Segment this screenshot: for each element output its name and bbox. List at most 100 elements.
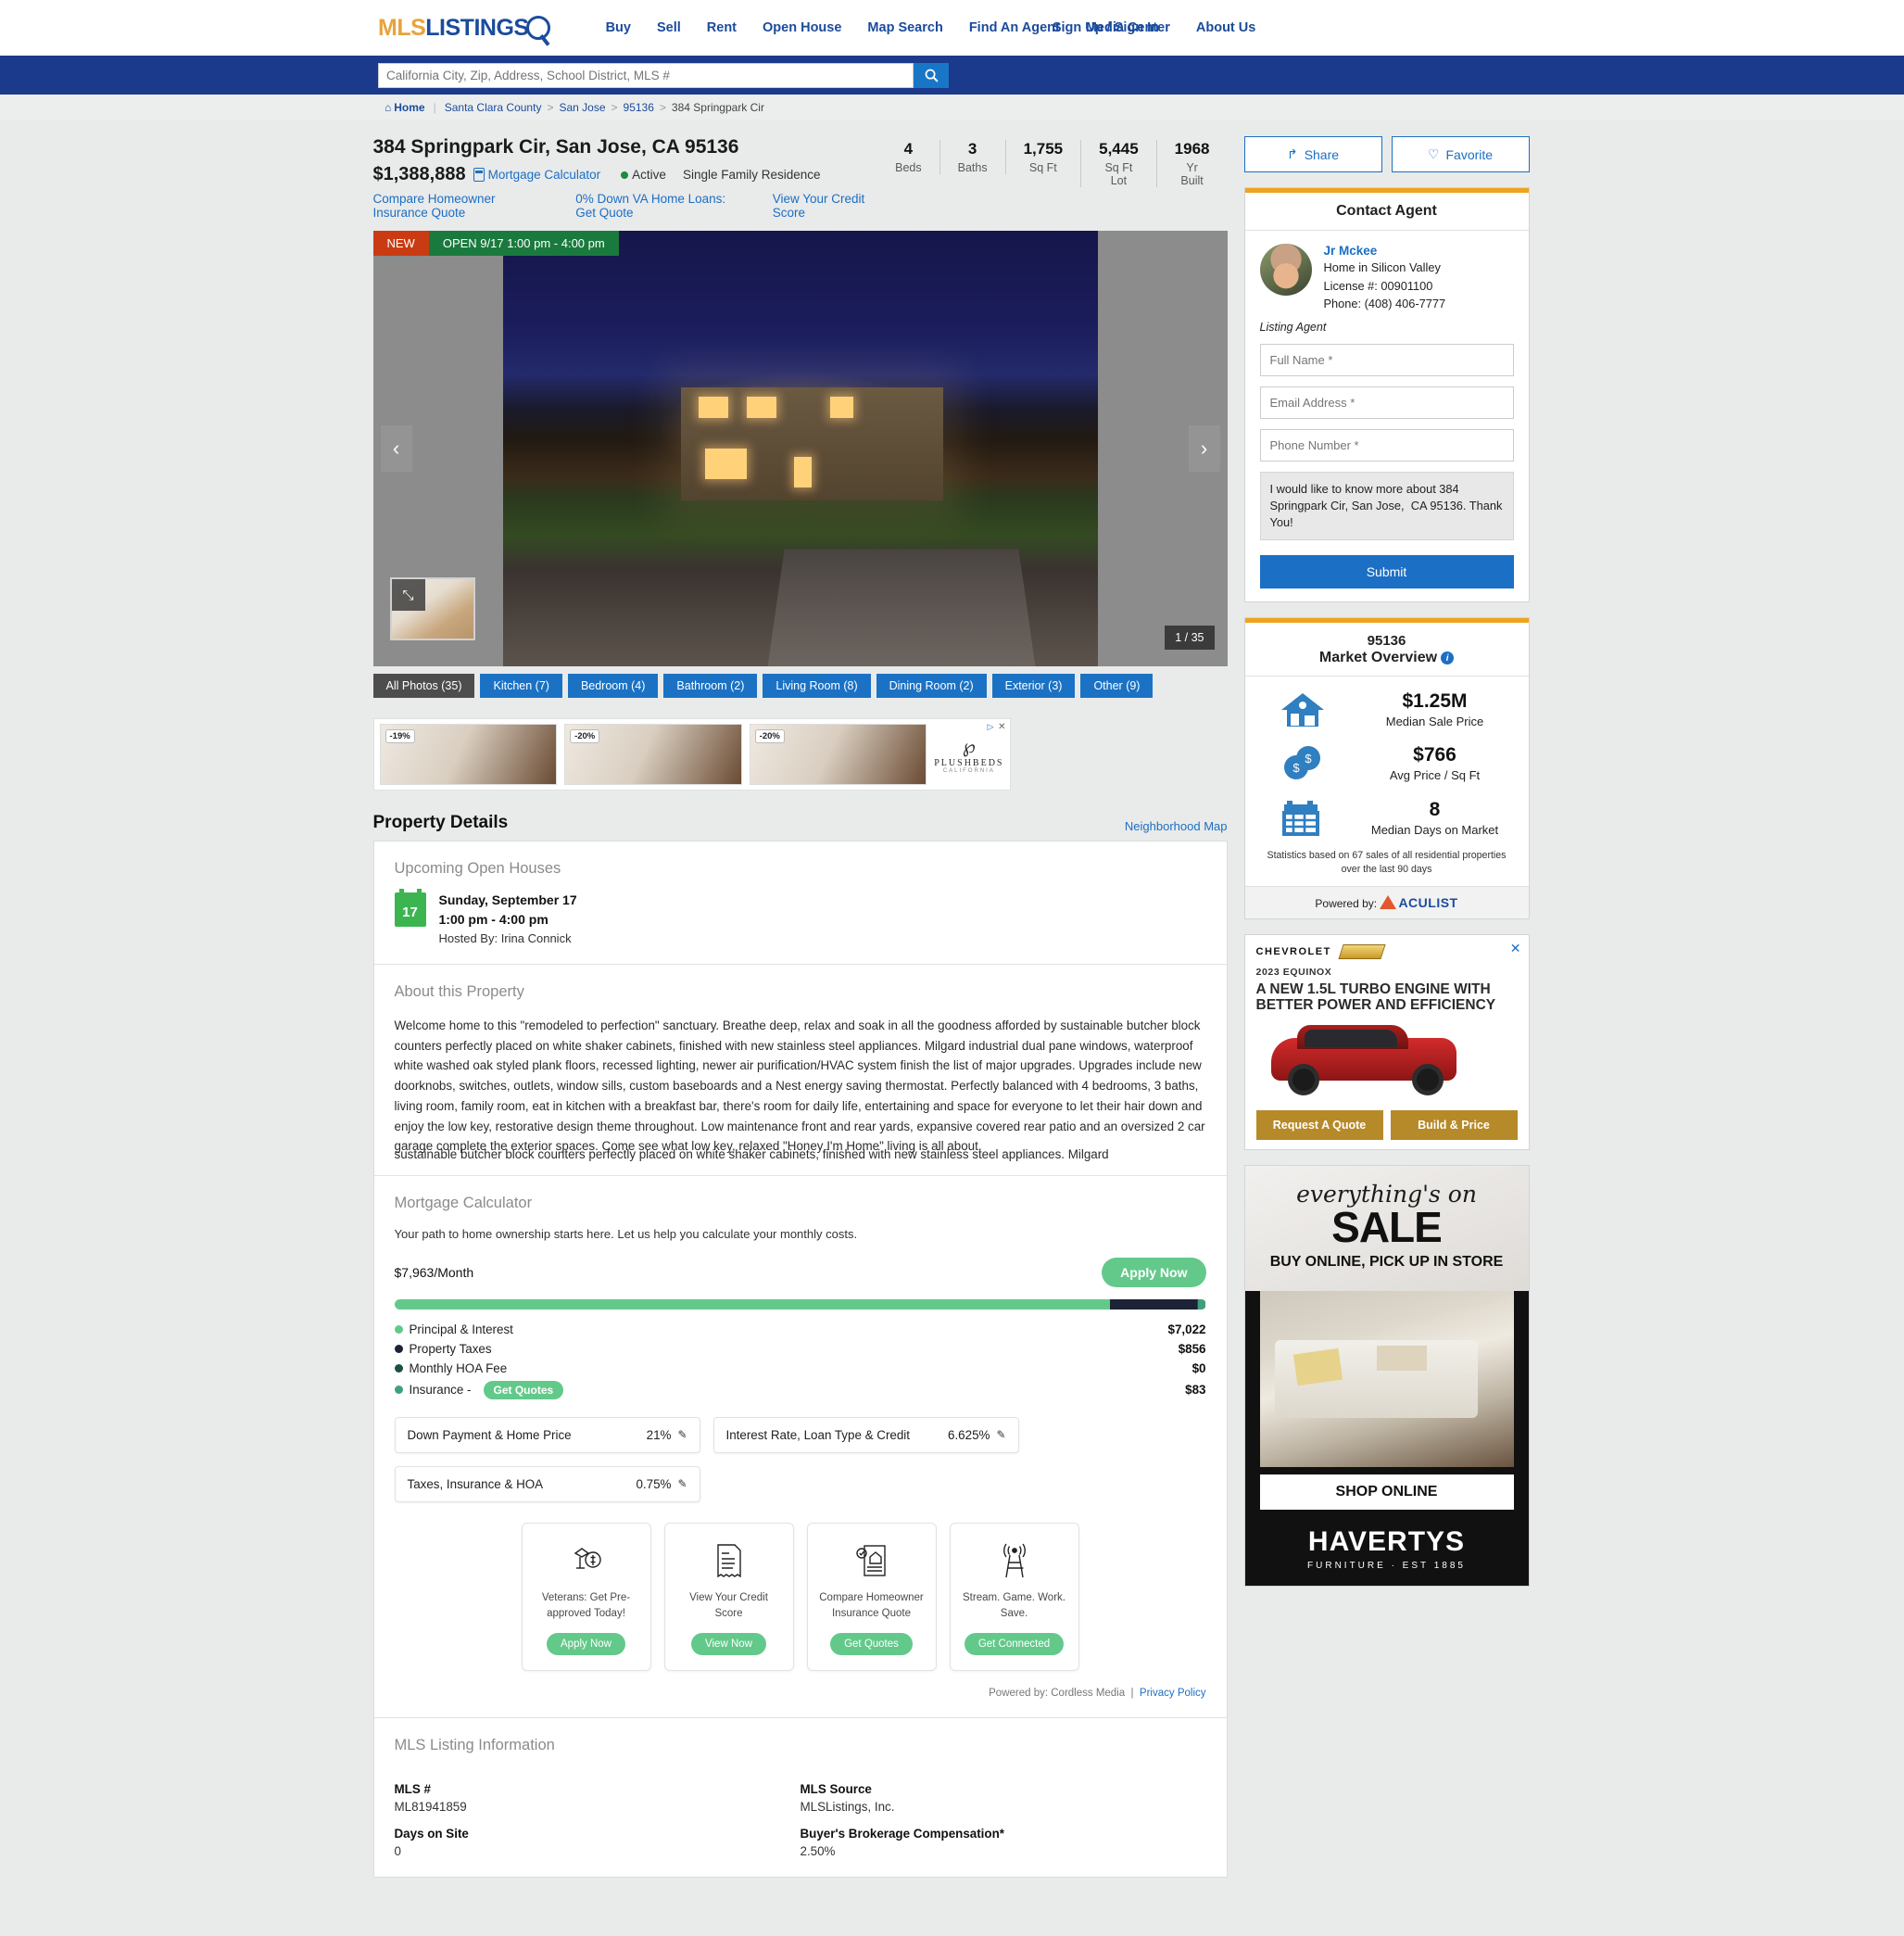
breadcrumb-sep: >	[547, 100, 554, 114]
promo-card-veterans[interactable]: Veterans: Get Pre-approved Today! Apply …	[521, 1522, 651, 1671]
search-bar	[0, 56, 1904, 95]
edit-pencil-icon[interactable]: ✎	[677, 1428, 687, 1441]
mortgage-calculator-link[interactable]: Mortgage Calculator	[473, 168, 600, 182]
edit-pencil-icon[interactable]: ✎	[677, 1477, 687, 1490]
promo-button-view-now[interactable]: View Now	[691, 1632, 766, 1655]
ad-product-1[interactable]: -19%	[379, 724, 558, 785]
privacy-policy-link[interactable]: Privacy Policy	[1140, 1688, 1206, 1699]
photo-gallery[interactable]: NEW OPEN 9/17 1:00 pm - 4:00 pm ‹ › ⤡ 1 …	[372, 231, 1228, 666]
breadcrumb-sep: >	[611, 100, 618, 114]
gallery-prev-button[interactable]: ‹	[380, 425, 412, 472]
mortgage-heading: Mortgage Calculator	[394, 1194, 533, 1211]
chevrolet-request-quote-button[interactable]: Request A Quote	[1255, 1109, 1383, 1140]
promo-card-internet[interactable]: Stream. Game. Work. Save. Get Connected	[949, 1522, 1079, 1671]
property-details-title: Property Details	[372, 813, 509, 832]
share-button[interactable]: ↱ Share	[1243, 136, 1382, 172]
breadcrumb-item-city[interactable]: San Jose	[559, 101, 605, 114]
full-name-field[interactable]	[1259, 343, 1514, 376]
input-down-payment[interactable]: Down Payment & Home Price 21% ✎	[394, 1416, 700, 1453]
ad-close-icon[interactable]: ✕	[1510, 941, 1521, 956]
message-textarea[interactable]	[1259, 471, 1514, 541]
market-stat-avg-price-sqft: $ $ $766 Avg Price / Sq Ft	[1255, 736, 1519, 790]
tab-kitchen[interactable]: Kitchen (7)	[480, 674, 562, 698]
tab-exterior[interactable]: Exterior (3)	[991, 674, 1076, 698]
submit-button[interactable]: Submit	[1259, 555, 1514, 589]
link-compare-insurance[interactable]: Compare Homeowner Insurance Quote	[373, 192, 552, 220]
tab-dining-room[interactable]: Dining Room (2)	[876, 674, 987, 698]
tab-bathroom[interactable]: Bathroom (2)	[663, 674, 758, 698]
window-glow	[794, 457, 813, 488]
neighborhood-map-link[interactable]: Neighborhood Map	[1125, 819, 1228, 833]
chevrolet-build-price-button[interactable]: Build & Price	[1390, 1109, 1518, 1140]
about-property-section: About this Property Welcome home to this…	[373, 965, 1227, 1176]
promo-button-apply-now[interactable]: Apply Now	[547, 1632, 625, 1655]
mls-info-heading: MLS Listing Information	[394, 1736, 555, 1753]
gallery-next-button[interactable]: ›	[1188, 425, 1220, 472]
agent-name[interactable]: Jr Mckee	[1324, 244, 1446, 258]
promo-card-credit-score[interactable]: View Your Credit Score View Now	[663, 1522, 794, 1671]
antenna-tower-icon	[997, 1540, 1032, 1581]
nav-item-open-house[interactable]: Open House	[750, 20, 854, 35]
nav-item-rent[interactable]: Rent	[694, 20, 750, 35]
input-interest-rate[interactable]: Interest Rate, Loan Type & Credit 6.625%…	[712, 1416, 1019, 1453]
tab-other[interactable]: Other (9)	[1080, 674, 1154, 698]
status-dot-icon	[621, 171, 629, 179]
phone-field[interactable]	[1259, 428, 1514, 462]
mls-value-brokerage-compensation: 2.50%	[800, 1843, 836, 1858]
insurance-get-quotes-button[interactable]: Get Quotes	[483, 1380, 564, 1399]
calendar-icon: 17	[394, 889, 426, 927]
house-icon	[1255, 690, 1351, 728]
breadcrumb-item-zip[interactable]: 95136	[624, 101, 654, 114]
site-logo[interactable]: MLSLISTINGS	[378, 15, 550, 42]
chevrolet-ad[interactable]: ✕ CHEVROLET 2023 EQUINOX A NEW 1.5L TURB…	[1243, 934, 1530, 1150]
logo-text-listings: LISTINGS	[425, 14, 529, 41]
havertys-shop-online-button[interactable]: SHOP ONLINE	[1259, 1474, 1514, 1511]
heart-icon: ♡	[1427, 146, 1440, 161]
listing-quick-links: Compare Homeowner Insurance Quote 0% Dow…	[373, 192, 878, 220]
favorite-button[interactable]: ♡ Favorite	[1391, 136, 1530, 172]
tab-bedroom[interactable]: Bedroom (4)	[567, 674, 659, 698]
fact-beds: 4 Beds	[895, 140, 922, 174]
breadcrumb-home[interactable]: ⌂ Home	[385, 101, 425, 114]
search-input[interactable]	[378, 62, 914, 88]
promo-button-get-connected[interactable]: Get Connected	[964, 1632, 1065, 1655]
fact-year-built: 1968 Yr Built	[1155, 140, 1228, 187]
expand-icon[interactable]: ⤡	[391, 579, 425, 611]
property-facts: 4 Beds 3 Baths 1,755 Sq Ft 5,445 Sq Ft L…	[877, 136, 1227, 187]
ad-choices-icon[interactable]: ▷	[988, 722, 994, 732]
open-house-time: 1:00 pm - 4:00 pm	[438, 912, 549, 927]
market-zip: 95136	[1367, 633, 1406, 650]
input-taxes-insurance-hoa[interactable]: Taxes, Insurance & HOA 0.75% ✎	[394, 1465, 700, 1502]
gallery-main-photo	[502, 231, 1098, 666]
breadcrumb-sep: >	[659, 100, 666, 114]
nav-item-buy[interactable]: Buy	[593, 20, 644, 35]
link-credit-score[interactable]: View Your Credit Score	[773, 192, 877, 220]
payment-breakdown-list: Principal & Interest $7,022 Property Tax…	[394, 1320, 1206, 1402]
receipt-icon	[713, 1540, 745, 1581]
ad-close-icon[interactable]: ✕	[998, 722, 1005, 732]
info-icon[interactable]: i	[1441, 652, 1455, 665]
link-va-home-loans[interactable]: 0% Down VA Home Loans: Get Quote	[575, 192, 748, 220]
tab-all-photos[interactable]: All Photos (35)	[372, 674, 475, 698]
coins-icon: $ $	[1255, 743, 1351, 782]
agent-company: Home in Silicon Valley	[1323, 260, 1441, 274]
promo-button-get-quotes[interactable]: Get Quotes	[830, 1632, 913, 1655]
nav-item-map-search[interactable]: Map Search	[854, 20, 955, 35]
tab-living-room[interactable]: Living Room (8)	[763, 674, 871, 698]
edit-pencil-icon[interactable]: ✎	[996, 1428, 1005, 1441]
search-icon	[925, 69, 939, 82]
apply-now-button[interactable]: Apply Now	[1102, 1257, 1206, 1287]
payment-breakdown-bar	[394, 1298, 1206, 1310]
nav-item-sell[interactable]: Sell	[644, 20, 694, 35]
search-button[interactable]	[914, 62, 949, 88]
sign-up-sign-in-link[interactable]: Sign Up / Sign In	[1053, 20, 1159, 35]
havertys-ad[interactable]: everything's on SALE BUY ONLINE, PICK UP…	[1243, 1164, 1530, 1588]
plushbeds-ad-banner[interactable]: -19% -20% -20% ℘ PLUSHBEDS CALIFORNIA ▷ …	[372, 718, 1011, 791]
breadcrumb-item-county[interactable]: Santa Clara County	[445, 101, 542, 114]
gallery-thumbnail[interactable]: ⤡	[389, 577, 475, 640]
email-field[interactable]	[1259, 386, 1514, 419]
mortgage-calculator-section: Mortgage Calculator Your path to home ow…	[373, 1176, 1227, 1718]
promo-card-insurance[interactable]: Compare Homeowner Insurance Quote Get Qu…	[806, 1522, 937, 1671]
ad-product-2[interactable]: -20%	[564, 724, 742, 785]
ad-product-3[interactable]: -20%	[749, 724, 927, 785]
